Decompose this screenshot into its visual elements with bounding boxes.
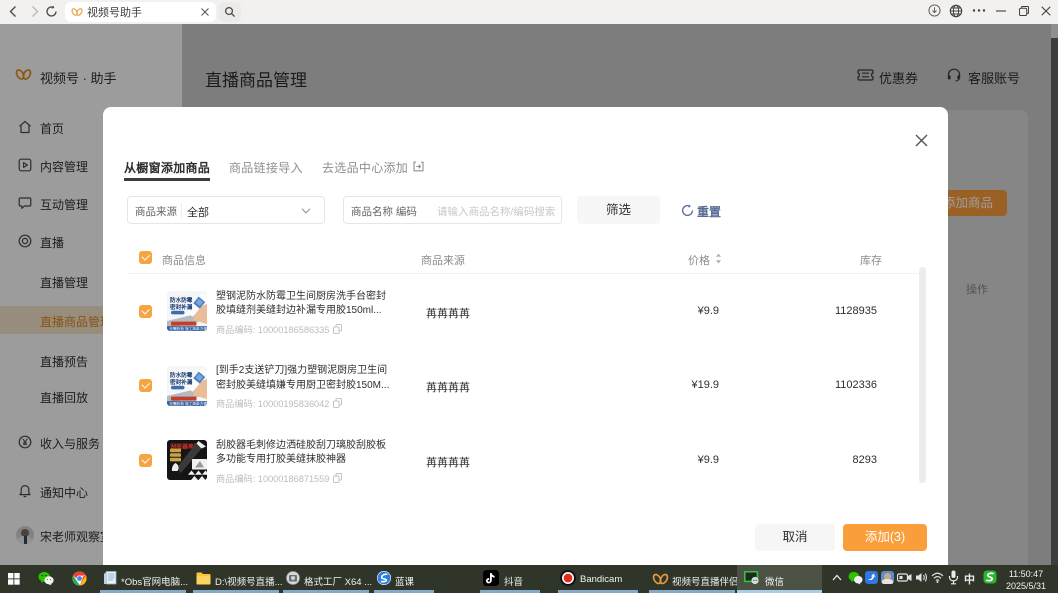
svg-text:无需胶枪 施工简单方便: 无需胶枪 施工简单方便 — [169, 401, 207, 406]
svg-text:密封补漏: 密封补漏 — [170, 377, 193, 385]
svg-text:密封补漏: 密封补漏 — [170, 303, 193, 311]
svg-text:防水防霉: 防水防霉 — [170, 371, 193, 379]
svg-text:防水防霉: 防水防霉 — [170, 296, 193, 304]
svg-text:无需胶枪 施工简单方便: 无需胶枪 施工简单方便 — [169, 326, 207, 331]
